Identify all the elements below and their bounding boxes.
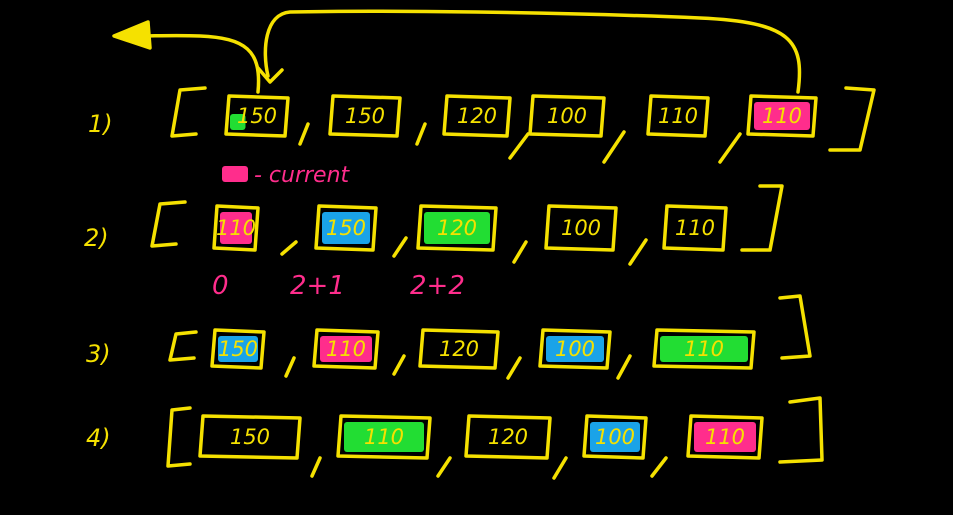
item-box: 110 — [652, 328, 756, 370]
row-label-4: 4) — [86, 424, 111, 452]
item-box: 120 — [416, 204, 498, 252]
legend: - current — [222, 163, 351, 188]
item-value: 110 — [762, 104, 802, 128]
item-box: 150 — [210, 328, 266, 370]
legend-swatch — [222, 166, 248, 182]
item-box: 150 — [328, 94, 402, 138]
item-value: 100 — [595, 425, 635, 449]
item-value: 120 — [488, 425, 528, 449]
row-label-1: 1) — [88, 110, 113, 138]
index-note-0: 0 — [212, 271, 229, 301]
item-box: 150 — [314, 204, 378, 252]
item-box: 110 — [212, 204, 260, 252]
item-value: 110 — [705, 425, 745, 449]
row-label-3: 3) — [86, 340, 111, 368]
item-value: 110 — [684, 337, 724, 361]
item-value: 120 — [437, 216, 477, 240]
whiteboard-canvas: 1) 2) 3) 4) 150 150 120 100 110 110 110 150 120 1… — [84, 9, 876, 480]
item-box: 100 — [528, 94, 606, 138]
item-value: 110 — [326, 337, 366, 361]
item-value: 120 — [439, 337, 479, 361]
index-notes: 0 2+1 2+2 — [212, 271, 465, 301]
item-value: 100 — [555, 337, 595, 361]
item-value: 100 — [547, 104, 587, 128]
item-box: 150 — [224, 94, 290, 138]
item-box: 100 — [538, 328, 612, 370]
item-box: 110 — [746, 94, 818, 138]
row-brackets — [150, 86, 876, 468]
item-box: 110 — [646, 94, 710, 138]
legend-text: - current — [254, 163, 351, 188]
item-box: 120 — [464, 414, 552, 460]
item-value: 110 — [364, 425, 404, 449]
item-box: 120 — [418, 328, 500, 370]
item-value: 150 — [218, 337, 258, 361]
row-label-2: 2) — [84, 224, 109, 252]
item-box: 100 — [544, 204, 618, 252]
item-value: 150 — [237, 104, 277, 128]
item-value: 110 — [675, 216, 715, 240]
item-box: 120 — [442, 94, 512, 138]
item-value: 110 — [658, 104, 698, 128]
item-value: 150 — [326, 216, 366, 240]
item-box: 150 — [198, 414, 302, 460]
item-value: 150 — [345, 104, 385, 128]
item-value: 110 — [216, 216, 256, 240]
item-box: 110 — [312, 328, 380, 370]
index-note-1: 2+1 — [290, 271, 345, 301]
item-value: 120 — [457, 104, 497, 128]
item-box: 110 — [686, 414, 764, 460]
item-value: 150 — [230, 425, 270, 449]
move-arrow — [112, 9, 802, 94]
index-note-2: 2+2 — [410, 271, 465, 301]
item-box: 110 — [662, 204, 728, 252]
item-value: 100 — [561, 216, 601, 240]
item-box: 110 — [336, 414, 432, 460]
item-box: 100 — [582, 414, 648, 460]
